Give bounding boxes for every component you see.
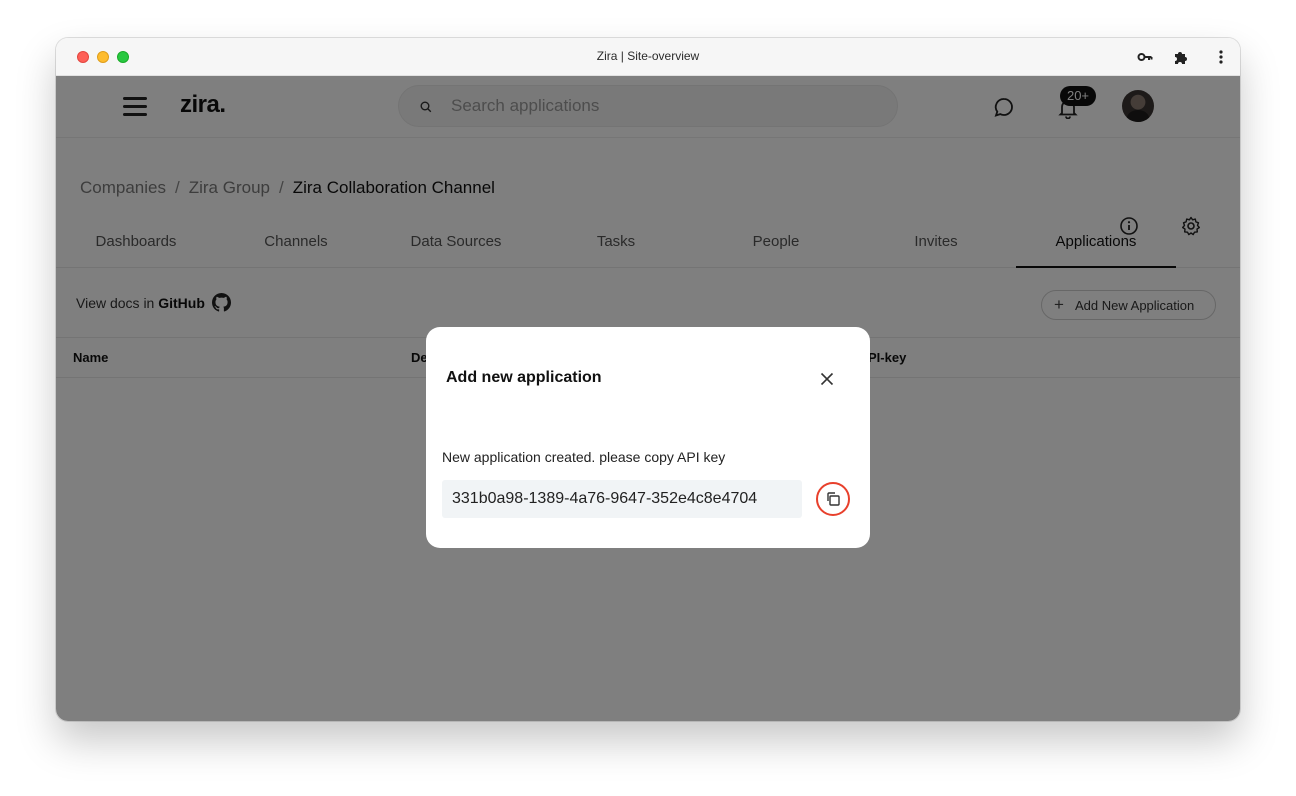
close-icon[interactable]: [819, 371, 835, 387]
copy-api-key-button[interactable]: [816, 482, 850, 516]
window-title: Zira | Site-overview: [596, 49, 700, 63]
add-application-dialog: Add new application New application crea…: [426, 327, 870, 548]
app-content: zira. 20+ Companies/Zira Group/Zira Coll…: [56, 76, 1240, 721]
copy-icon: [827, 492, 840, 506]
api-key-field[interactable]: 331b0a98-1389-4a76-9647-352e4c8e4704: [442, 480, 802, 518]
dialog-message: New application created. please copy API…: [442, 449, 726, 465]
key-icon[interactable]: [1137, 49, 1153, 65]
title-bar: Zira | Site-overview: [56, 38, 1240, 76]
dialog-title: Add new application: [446, 369, 602, 386]
kebab-menu-icon[interactable]: [1213, 49, 1229, 65]
puzzle-icon[interactable]: [1173, 49, 1189, 65]
browser-window: Zira | Site-overview zira.: [56, 38, 1240, 721]
